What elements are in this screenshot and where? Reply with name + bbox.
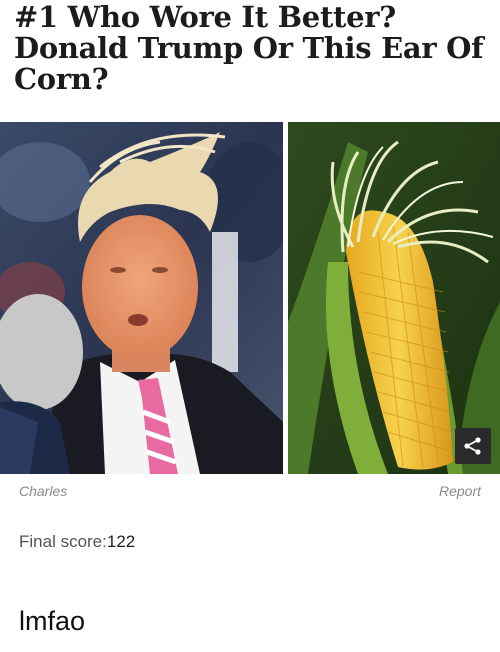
score-value: 122 xyxy=(106,532,136,551)
final-score: Final score:122 xyxy=(19,532,135,552)
report-link[interactable]: Report xyxy=(439,483,481,499)
corn-photo xyxy=(288,122,500,474)
score-label: Final score: xyxy=(19,532,107,551)
caption-text: lmfao xyxy=(19,606,86,636)
share-icon xyxy=(464,437,481,455)
person-photo xyxy=(0,122,283,474)
post-headline: #1 Who Wore It Better? Donald Trump Or T… xyxy=(14,0,484,96)
share-button[interactable] xyxy=(455,428,491,464)
username-link[interactable]: Charles xyxy=(19,483,67,499)
comparison-photos xyxy=(0,122,500,474)
